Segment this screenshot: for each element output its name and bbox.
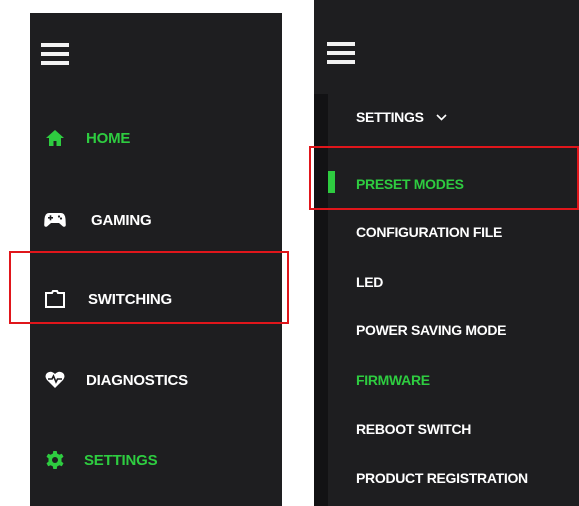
right-nav-panel: SETTINGS PRESET MODES CONFIGURATION FILE… (314, 0, 579, 506)
submenu-item-reboot-switch[interactable]: REBOOT SWITCH (356, 421, 471, 437)
nav-item-label: DIAGNOSTICS (86, 371, 188, 389)
hamburger-menu-icon[interactable] (41, 43, 69, 65)
submenu-item-configuration-file[interactable]: CONFIGURATION FILE (356, 224, 502, 240)
preset-modes-highlight-box (309, 146, 579, 210)
gamepad-icon (44, 209, 66, 231)
nav-item-label: SETTINGS (84, 451, 158, 469)
submenu-item-power-saving-mode[interactable]: POWER SAVING MODE (356, 322, 507, 338)
submenu-item-firmware[interactable]: FIRMWARE (356, 372, 430, 388)
section-label: SETTINGS (356, 109, 424, 125)
nav-item-diagnostics[interactable]: DIAGNOSTICS (30, 357, 282, 403)
nav-item-gaming[interactable]: GAMING (30, 197, 282, 243)
switching-highlight-box (9, 251, 289, 324)
nav-item-settings[interactable]: SETTINGS (30, 437, 282, 483)
gear-icon (44, 449, 66, 471)
hamburger-menu-icon[interactable] (327, 42, 355, 64)
submenu-item-product-registration[interactable]: PRODUCT REGISTRATION (356, 470, 528, 486)
nav-item-label: GAMING (91, 211, 152, 229)
settings-section-toggle[interactable]: SETTINGS (356, 109, 447, 125)
submenu-item-led[interactable]: LED (356, 274, 383, 290)
home-icon (44, 127, 66, 149)
chevron-down-icon (436, 113, 447, 121)
nav-item-home[interactable]: HOME (30, 115, 282, 161)
heart-pulse-icon (44, 369, 66, 391)
nav-item-label: HOME (86, 129, 131, 147)
